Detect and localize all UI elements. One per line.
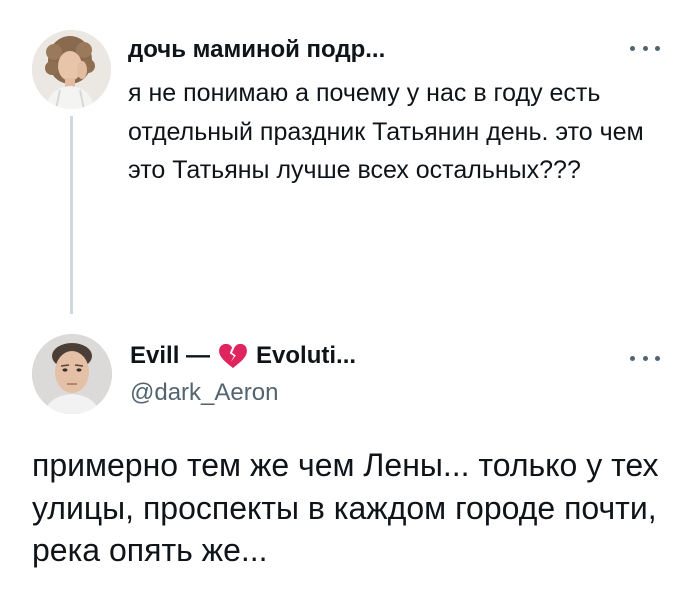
broken-heart-icon bbox=[219, 343, 247, 369]
author-name[interactable]: Evill — Evoluti... bbox=[130, 342, 356, 370]
tweet-text: я не понимаю а почему у нас в году есть … bbox=[128, 79, 644, 184]
author-avatar[interactable] bbox=[32, 334, 112, 414]
author-handle[interactable]: @dark_Aeron bbox=[130, 379, 278, 407]
parent-tweet[interactable]: дочь маминой подр... я не понимаю а поче… bbox=[0, 0, 700, 320]
woman-with-curly-hair-avatar bbox=[32, 30, 111, 109]
man-portrait-avatar bbox=[32, 334, 112, 414]
reply-tweet[interactable]: Evill — Evoluti... @dark_Aeron примерно … bbox=[0, 320, 700, 594]
tweet-text: примерно тем же чем Лены... только у тех… bbox=[32, 447, 659, 568]
thread-connector-line bbox=[70, 116, 73, 314]
author-name[interactable]: дочь маминой подр... bbox=[128, 36, 385, 64]
author-name-part2: Evoluti... bbox=[256, 342, 357, 369]
author-avatar[interactable] bbox=[32, 30, 111, 109]
author-name-part1: Evill — bbox=[130, 342, 211, 369]
ellipsis-icon[interactable] bbox=[630, 352, 660, 364]
ellipsis-icon[interactable] bbox=[630, 42, 660, 54]
